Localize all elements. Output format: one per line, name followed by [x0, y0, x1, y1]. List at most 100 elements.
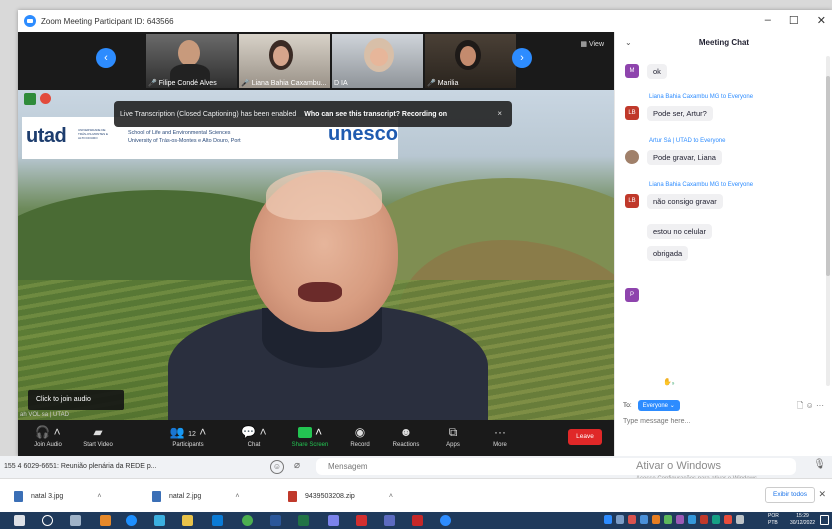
view-button[interactable]: ▦ View	[580, 40, 604, 48]
participant-strip: ‹ 🎤 Filipe Condé Alves 🎤 Liana Bahia Caxam…	[18, 32, 614, 90]
transcript-info-link[interactable]: Who can see this transcript? Recording o…	[304, 111, 447, 118]
participant-tile[interactable]: 🎤 Liana Bahia Caxambu...	[239, 34, 330, 88]
participant-tile[interactable]: D IA	[332, 34, 423, 88]
chat-recipient-row: To: Everyone ⌄	[623, 400, 680, 411]
avatar: LB	[625, 194, 639, 208]
join-audio-tooltip[interactable]: Click to join audio	[28, 390, 124, 410]
tray-icon[interactable]	[688, 515, 696, 524]
file-explorer-icon[interactable]	[182, 515, 193, 526]
close-icon[interactable]: ✕	[818, 489, 826, 500]
activate-windows-title: Ativar o Windows	[636, 460, 721, 472]
avatar: LB	[625, 106, 639, 120]
school-text: School of Life and Environmental Science…	[128, 130, 241, 144]
video-off-icon: ▰	[93, 425, 103, 439]
edge-icon[interactable]	[126, 515, 137, 526]
participant-tile[interactable]: 🎤 Marilia	[425, 34, 516, 88]
video-area: ‹ 🎤 Filipe Condé Alves 🎤 Liana Bahia Caxam…	[18, 32, 614, 456]
avatar	[625, 150, 639, 164]
more-options-icon[interactable]: ···	[816, 401, 824, 410]
emoji-icon[interactable]: ☺	[270, 460, 284, 474]
downloads-bar: natal 3.jpg ˄ natal 2.jpg ˄ 9439503208.z…	[0, 478, 832, 512]
chat-header: ⌄ Meeting Chat	[615, 32, 832, 54]
windows-taskbar: POR PTB 15:29 30/12/2022	[0, 512, 832, 529]
show-all-button[interactable]: Exibir todos	[765, 487, 815, 503]
file-icon[interactable]: 🗋	[797, 401, 803, 410]
chat-button[interactable]: 💬 ˄ Chat	[224, 424, 284, 448]
emoji-icon[interactable]: ☺	[806, 401, 814, 410]
attach-icon[interactable]: ⌀	[294, 460, 300, 471]
tray-icon[interactable]	[616, 515, 624, 524]
shared-screen: utad UNIVERSIDADE DE TRÁS-OS-MONTES E AL…	[18, 90, 614, 420]
participant-name: Liana Bahia Caxambu...	[251, 80, 327, 87]
zoom-app-icon	[24, 15, 36, 27]
security-shield-icon[interactable]	[24, 93, 36, 105]
volume-icon[interactable]	[736, 515, 744, 524]
chevron-up-icon[interactable]: ˄	[235, 493, 239, 500]
participants-button[interactable]: 👥 12 ˄ Participants	[158, 424, 218, 448]
download-item[interactable]: 9439503208.zip ˄	[288, 491, 393, 502]
muted-mic-icon: 🎤	[148, 80, 157, 87]
zoom-window: Zoom Meeting Participant ID: 643566 – ☐ …	[18, 10, 832, 456]
app-icon[interactable]	[384, 515, 395, 526]
meeting-toolbar: 🎧 ˄ Join Audio ▰ Start Video 👥 12 ˄ Part…	[18, 420, 614, 456]
tray-icon[interactable]	[652, 515, 660, 524]
whatsapp-chat-item[interactable]: 155 4 6029-6651: Reunião plenária da RED…	[4, 456, 244, 478]
close-icon[interactable]: ✕	[817, 14, 826, 27]
participant-name: Marilia	[437, 80, 459, 87]
chrome-icon[interactable]	[242, 515, 253, 526]
chevron-up-icon[interactable]: ˄	[97, 493, 101, 500]
avatar: P	[625, 288, 639, 302]
teams-icon[interactable]	[328, 515, 339, 526]
word-icon[interactable]	[270, 515, 281, 526]
system-tray	[604, 515, 744, 524]
minimize-icon[interactable]: –	[765, 14, 771, 27]
language-indicator[interactable]: POR PTB	[768, 513, 779, 527]
maximize-icon[interactable]: ☐	[789, 14, 799, 27]
chat-title: Meeting Chat	[698, 38, 750, 47]
chat-panel: ⌄ Meeting Chat M ok Liana Bahia Caxambu …	[614, 32, 832, 456]
recipient-dropdown[interactable]: Everyone ⌄	[637, 400, 680, 411]
next-page-button[interactable]: ›	[512, 48, 532, 68]
excel-icon[interactable]	[298, 515, 309, 526]
windows-start-icon[interactable]	[14, 515, 25, 526]
download-item[interactable]: natal 2.jpg ˄	[152, 491, 239, 502]
tray-icon[interactable]	[640, 515, 648, 524]
speaker-name-label: ah VOL sa | UTAD	[20, 412, 69, 418]
utad-logo: utad	[26, 125, 67, 147]
start-video-button[interactable]: ▰ Start Video	[68, 424, 128, 448]
search-icon[interactable]	[42, 515, 53, 526]
banner-close-icon[interactable]: ×	[497, 109, 502, 118]
notification-icon[interactable]	[820, 515, 829, 525]
muted-mic-icon: 🎤	[427, 80, 436, 87]
prev-page-button[interactable]: ‹	[96, 48, 116, 68]
whatsapp-message-input[interactable]: Mensagem	[316, 458, 796, 475]
image-file-icon	[152, 491, 161, 502]
chat-scrollbar[interactable]	[826, 56, 830, 386]
firefox-icon[interactable]	[100, 515, 111, 526]
powerpoint-icon[interactable]	[412, 515, 423, 526]
more-button[interactable]: ··· More	[470, 424, 530, 448]
tray-icon[interactable]	[628, 515, 636, 524]
tray-icon[interactable]	[712, 515, 720, 524]
leave-button[interactable]: Leave	[568, 429, 602, 445]
participants-icon: 👥 12 ˄	[169, 425, 207, 439]
clock[interactable]: 15:29 30/12/2022	[790, 513, 815, 527]
desktop: Zoom Meeting Participant ID: 643566 – ☐ …	[0, 0, 832, 529]
emoji-reaction-icon[interactable]: ✋₉	[663, 378, 675, 386]
chat-message-input[interactable]	[623, 414, 823, 428]
tray-icon[interactable]	[700, 515, 708, 524]
task-view-icon[interactable]	[70, 515, 81, 526]
microphone-icon[interactable]: 🎙	[813, 459, 826, 470]
download-item[interactable]: natal 3.jpg ˄	[14, 491, 101, 502]
app-icon[interactable]	[154, 515, 165, 526]
mail-icon[interactable]	[212, 515, 223, 526]
tray-icon[interactable]	[664, 515, 672, 524]
pdf-icon[interactable]	[356, 515, 367, 526]
participant-tile[interactable]: 🎤 Filipe Condé Alves	[146, 34, 237, 88]
chevron-down-icon[interactable]: ⌄	[625, 32, 632, 54]
chevron-up-icon[interactable]: ˄	[389, 493, 393, 500]
tray-icon[interactable]	[604, 515, 612, 524]
tray-icon[interactable]	[724, 515, 732, 524]
zoom-taskbar-icon[interactable]	[440, 515, 451, 526]
tray-icon[interactable]	[676, 515, 684, 524]
